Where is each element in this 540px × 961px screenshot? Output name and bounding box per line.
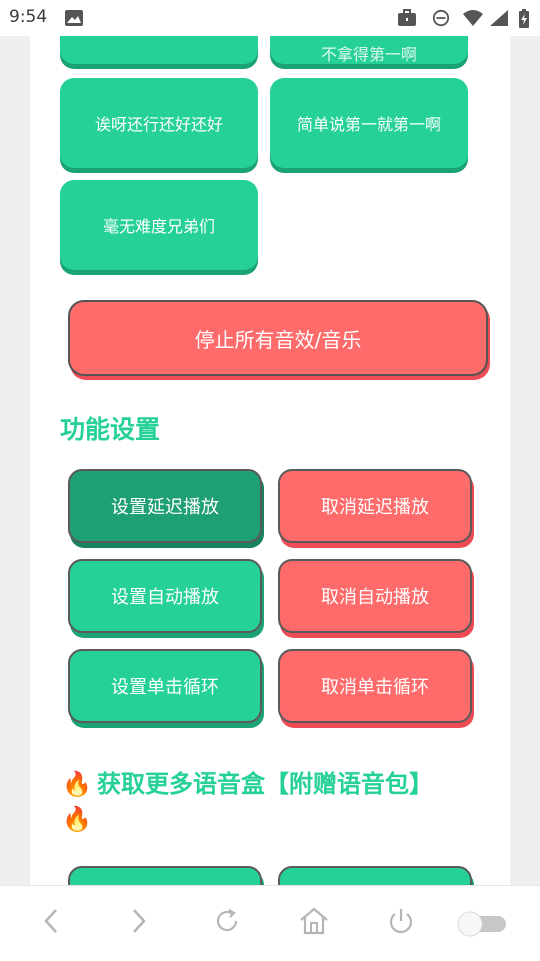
button-label: 取消自动播放 xyxy=(321,587,429,608)
set-click-loop-button[interactable]: 设置单击循环 xyxy=(68,649,262,723)
more-voiceboxes-title: 获取更多语音盒【附赠语音包】 xyxy=(96,770,433,798)
voicebox-link-button[interactable] xyxy=(68,866,262,885)
sound-button-label: 毫无难度兄弟们 xyxy=(102,217,215,236)
sound-button-label: 诶呀还行还好还好 xyxy=(94,115,223,134)
power-icon[interactable] xyxy=(386,906,416,940)
battery-charging-icon xyxy=(518,9,530,33)
forward-icon[interactable] xyxy=(126,906,150,940)
set-delay-play-button[interactable]: 设置延迟播放 xyxy=(68,469,262,543)
wifi-icon xyxy=(462,9,484,31)
image-icon xyxy=(64,9,84,31)
briefcase-icon xyxy=(397,9,417,31)
cancel-auto-play-button[interactable]: 取消自动播放 xyxy=(278,559,472,633)
back-icon[interactable] xyxy=(40,906,64,940)
status-bar: 9:54 xyxy=(0,0,540,36)
sound-button[interactable]: 毫无难度兄弟们 xyxy=(60,180,258,270)
fire-icon: 🔥 xyxy=(62,770,92,798)
button-label: 取消延迟播放 xyxy=(321,497,429,518)
voicebox-link-button[interactable] xyxy=(278,866,472,885)
sound-button[interactable]: 简单说第一就第一啊 xyxy=(270,78,468,168)
stop-all-label: 停止所有音效/音乐 xyxy=(194,327,362,352)
button-label: 设置自动播放 xyxy=(111,587,219,608)
toggle-switch[interactable] xyxy=(456,910,510,942)
home-icon[interactable] xyxy=(298,906,330,940)
set-auto-play-button[interactable]: 设置自动播放 xyxy=(68,559,262,633)
more-voiceboxes-heading: 🔥 获取更多语音盒【附赠语音包】 🔥 xyxy=(62,764,482,833)
refresh-icon[interactable] xyxy=(212,906,242,940)
cancel-click-loop-button[interactable]: 取消单击循环 xyxy=(278,649,472,723)
stop-all-button[interactable]: 停止所有音效/音乐 xyxy=(68,300,488,376)
do-not-disturb-icon xyxy=(431,9,451,31)
signal-icon xyxy=(489,9,509,31)
sound-button-label: 简单说第一就第一啊 xyxy=(296,115,441,134)
button-label: 设置延迟播放 xyxy=(111,497,219,518)
sound-button-1[interactable] xyxy=(60,36,258,64)
fire-icon: 🔥 xyxy=(62,805,92,833)
button-label: 取消单击循环 xyxy=(321,677,429,698)
cancel-delay-play-button[interactable]: 取消延迟播放 xyxy=(278,469,472,543)
browser-nav-bar xyxy=(0,885,540,961)
button-label: 设置单击循环 xyxy=(111,677,219,698)
status-time: 9:54 xyxy=(9,7,48,27)
page-content: 不拿得第一啊 诶呀还行还好还好 简单说第一就第一啊 毫无难度兄弟们 停止所有音效… xyxy=(30,36,510,885)
settings-title: 功能设置 xyxy=(60,415,161,444)
sound-button-2[interactable]: 不拿得第一啊 xyxy=(270,36,468,64)
sound-button-label: 不拿得第一啊 xyxy=(320,45,417,64)
sound-button[interactable]: 诶呀还行还好还好 xyxy=(60,78,258,168)
